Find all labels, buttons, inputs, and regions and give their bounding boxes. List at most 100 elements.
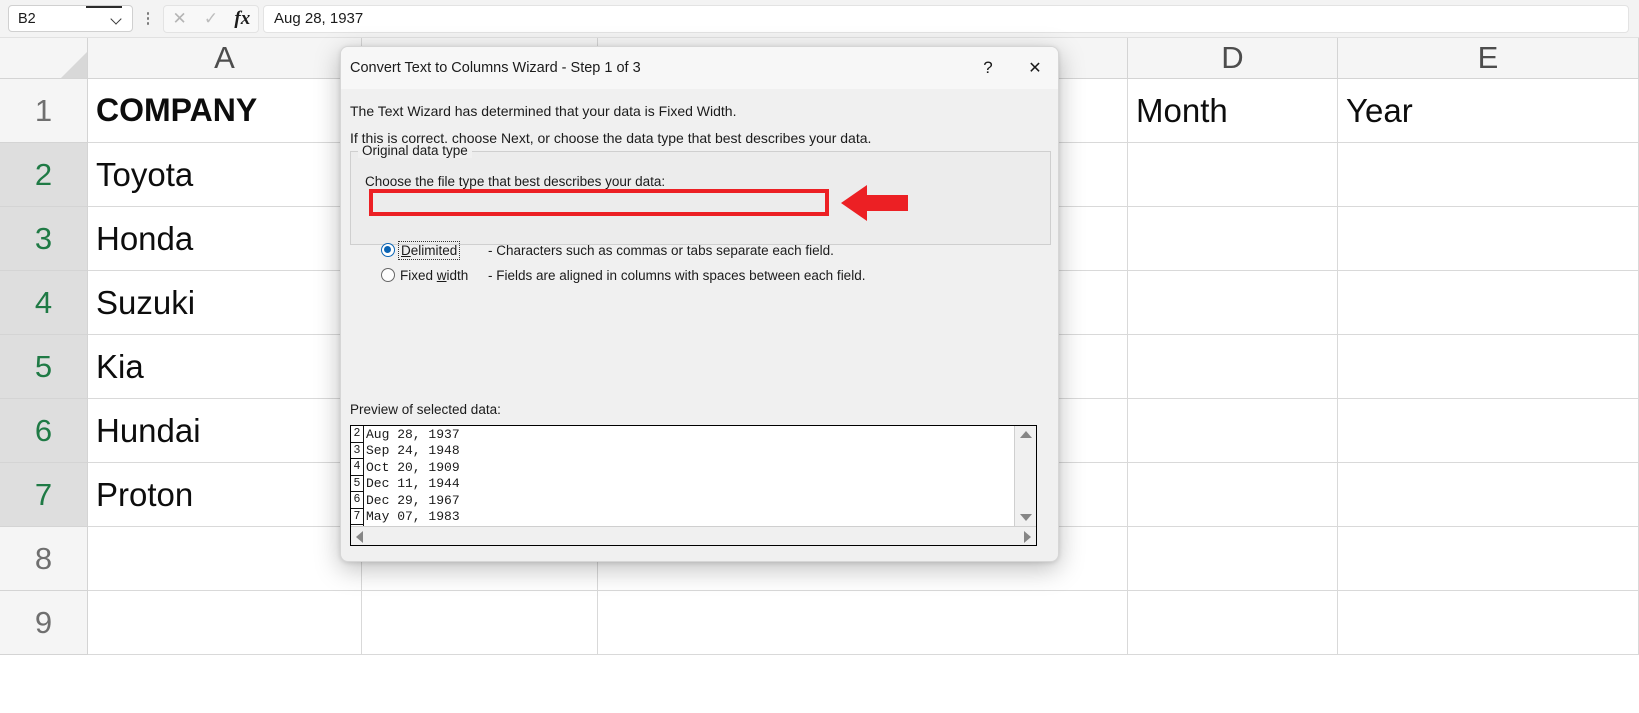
formula-bar: B2 ✕ ✓ fx Aug 28, 1937 — [0, 0, 1639, 38]
preview-label: Preview of selected data: — [350, 402, 501, 417]
cell-A2[interactable]: Toyota — [88, 143, 362, 207]
cell-D8[interactable] — [1128, 527, 1338, 591]
help-icon[interactable]: ? — [965, 47, 1011, 89]
cell-E9[interactable] — [1338, 591, 1639, 655]
scroll-right-icon[interactable] — [1024, 531, 1031, 543]
row-header-4[interactable]: 4 — [0, 271, 88, 335]
name-box[interactable]: B2 — [8, 5, 133, 32]
row-header-6[interactable]: 6 — [0, 399, 88, 463]
file-type-instruction: Choose the file type that best describes… — [365, 174, 666, 189]
radio-delimited-description: - Characters such as commas or tabs sepa… — [488, 242, 834, 258]
row-header-5[interactable]: 5 — [0, 335, 88, 399]
kebab-dot — [146, 17, 150, 20]
cell-A5[interactable]: Kia — [88, 335, 362, 399]
preview-horizontal-scrollbar[interactable] — [351, 526, 1036, 545]
dialog-title: Convert Text to Columns Wizard - Step 1 … — [350, 60, 641, 76]
preview-row-text: Dec 29, 1967 — [366, 492, 460, 508]
formula-input-value: Aug 28, 1937 — [274, 10, 364, 27]
cell-D2[interactable] — [1128, 143, 1338, 207]
preview-row-number: 6 — [351, 492, 364, 509]
cell-D1[interactable]: Month — [1128, 79, 1338, 143]
cell-E4[interactable] — [1338, 271, 1639, 335]
confirm-formula-icon[interactable]: ✓ — [196, 10, 226, 27]
preview-row-text: Oct 20, 1909 — [366, 459, 460, 475]
cell-E5[interactable] — [1338, 335, 1639, 399]
annotation-arrow-icon — [841, 185, 908, 221]
radio-fixed-width-indicator[interactable] — [381, 268, 395, 282]
cell-A3[interactable]: Honda — [88, 207, 362, 271]
preview-row-text: Aug 28, 1937 — [366, 426, 460, 442]
preview-row-number: 4 — [351, 459, 364, 476]
cell-A9[interactable] — [88, 591, 362, 655]
cell-A7[interactable]: Proton — [88, 463, 362, 527]
radio-option-delimited[interactable]: Delimited - Characters such as commas or… — [381, 240, 834, 260]
scroll-up-icon[interactable] — [1020, 431, 1032, 438]
cell-A4[interactable]: Suzuki — [88, 271, 362, 335]
preview-row: 5 Dec 11, 1944 — [351, 475, 1015, 492]
preview-row-text: Sep 24, 1948 — [366, 443, 460, 459]
preview-frame: 2 Aug 28, 1937 3 Sep 24, 1948 4 Oct 20, 1909 5… — [350, 425, 1037, 546]
cancel-formula-icon[interactable]: ✕ — [165, 10, 195, 27]
dialog-description-line-1: The Text Wizard has determined that your… — [350, 103, 737, 119]
radio-fixed-width-description: - Fields are aligned in columns with spa… — [488, 267, 866, 283]
cell-D7[interactable] — [1128, 463, 1338, 527]
cell-E6[interactable] — [1338, 399, 1639, 463]
scroll-down-icon[interactable] — [1020, 514, 1032, 521]
preview-row: 7 May 07, 1983 — [351, 508, 1015, 525]
preview-content: 2 Aug 28, 1937 3 Sep 24, 1948 4 Oct 20, 1909 5… — [351, 426, 1015, 526]
row-header-9[interactable]: 9 — [0, 591, 88, 655]
radio-option-fixed-width[interactable]: Fixed width - Fields are aligned in colu… — [381, 265, 865, 285]
column-header-a[interactable]: A — [88, 38, 362, 79]
text-to-columns-wizard-dialog: Convert Text to Columns Wizard - Step 1 … — [340, 46, 1059, 562]
select-all-corner[interactable] — [0, 38, 88, 79]
formula-actions-group: ✕ ✓ fx — [163, 4, 259, 33]
original-data-type-legend: Original data type — [358, 143, 472, 158]
cell-E3[interactable] — [1338, 207, 1639, 271]
cell-D4[interactable] — [1128, 271, 1338, 335]
preview-row: 2 Aug 28, 1937 — [351, 426, 1015, 443]
column-header-e[interactable]: E — [1338, 38, 1639, 79]
scroll-left-icon[interactable] — [356, 531, 363, 543]
preview-row-text: May 07, 1983 — [366, 509, 460, 525]
cell-A8[interactable] — [88, 527, 362, 591]
radio-fixed-width-label: Fixed width — [400, 267, 469, 283]
chevron-down-icon[interactable] — [111, 13, 123, 25]
cell-E1[interactable]: Year — [1338, 79, 1639, 143]
close-icon[interactable]: ✕ — [1012, 47, 1058, 89]
preview-row: 6 Dec 29, 1967 — [351, 492, 1015, 509]
cell-A6[interactable]: Hundai — [88, 399, 362, 463]
cell-E8[interactable] — [1338, 527, 1639, 591]
preview-row-text: Dec 11, 1944 — [366, 476, 460, 492]
preview-row-number: 5 — [351, 475, 364, 492]
more-options-icon[interactable] — [137, 5, 159, 33]
column-header-d[interactable]: D — [1128, 38, 1338, 79]
preview-row: 4 Oct 20, 1909 — [351, 459, 1015, 476]
name-box-value: B2 — [18, 10, 36, 27]
row-header-1[interactable]: 1 — [0, 79, 88, 143]
preview-row-number: 7 — [351, 508, 364, 525]
preview-row: 3 Sep 24, 1948 — [351, 442, 1015, 459]
formula-input[interactable]: Aug 28, 1937 — [263, 4, 1629, 33]
cell-E7[interactable] — [1338, 463, 1639, 527]
cell-A1[interactable]: COMPANY — [88, 79, 362, 143]
kebab-dot — [146, 22, 150, 25]
insert-function-icon[interactable]: fx — [227, 9, 257, 28]
preview-row-number: 3 — [351, 442, 364, 459]
row-header-3[interactable]: 3 — [0, 207, 88, 271]
cell-D5[interactable] — [1128, 335, 1338, 399]
row-header-7[interactable]: 7 — [0, 463, 88, 527]
preview-row-number: 2 — [351, 426, 364, 443]
cell-E2[interactable] — [1338, 143, 1639, 207]
name-box-accent-line — [86, 6, 122, 8]
cell-D9[interactable] — [1128, 591, 1338, 655]
cell-D3[interactable] — [1128, 207, 1338, 271]
original-data-type-group — [350, 151, 1051, 245]
radio-delimited-indicator[interactable] — [381, 243, 395, 257]
cell-D6[interactable] — [1128, 399, 1338, 463]
preview-vertical-scrollbar[interactable] — [1014, 426, 1036, 526]
cell-C9[interactable] — [598, 591, 1128, 655]
row-header-8[interactable]: 8 — [0, 527, 88, 591]
kebab-dot — [146, 12, 150, 15]
cell-B9[interactable] — [362, 591, 598, 655]
row-header-2[interactable]: 2 — [0, 143, 88, 207]
